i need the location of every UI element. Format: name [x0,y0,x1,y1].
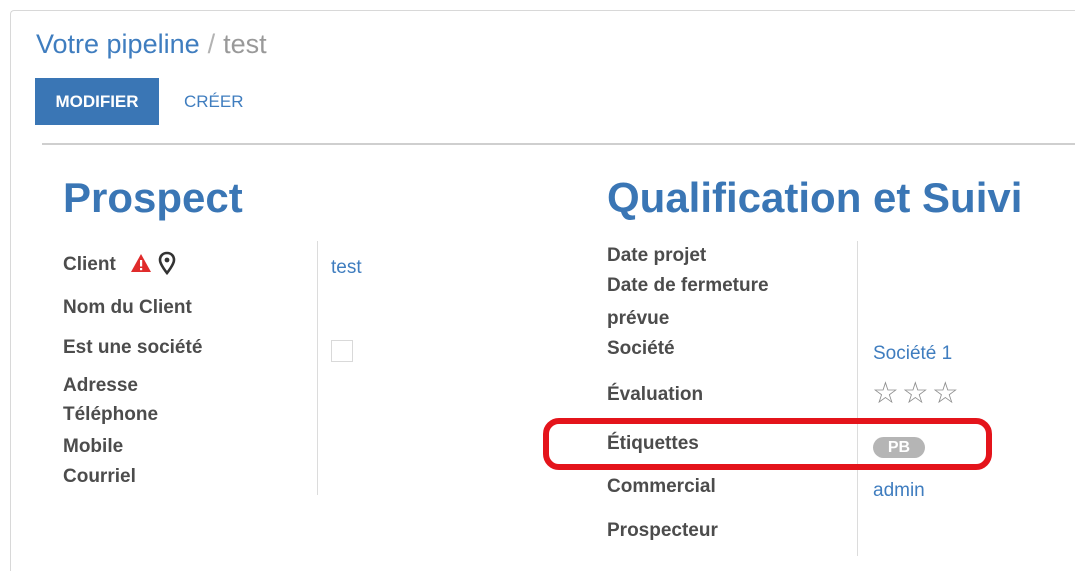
qualification-column-divider [857,241,858,556]
is-company-label: Est une société [63,337,203,358]
close-date-label-cont: prévue [607,308,670,329]
project-date-label: Date projet [607,245,707,266]
star-outline-icon[interactable]: ☆ [932,377,959,410]
highlight-annotation [543,418,992,470]
address-label: Adresse [63,375,138,396]
phone-label: Téléphone [63,404,159,425]
email-label: Courriel [63,466,136,487]
client-value-link[interactable]: test [331,257,362,279]
breadcrumb-separator: / [207,29,216,59]
client-label: Client [63,254,116,275]
prospector-label: Prospecteur [607,520,718,541]
prospect-title: Prospect [63,174,243,221]
qualification-title: Qualification et Suivi [607,174,1023,221]
edit-button[interactable]: MODIFIER [35,78,159,125]
breadcrumb-current: test [223,29,267,59]
close-date-label: Date de fermeture [607,275,769,296]
mobile-label: Mobile [63,436,124,457]
star-outline-icon[interactable]: ☆ [902,377,929,410]
rating-label: Évaluation [607,384,704,405]
company-label: Société [607,338,675,359]
star-outline-icon[interactable]: ☆ [872,377,899,410]
breadcrumb-pipeline-link[interactable]: Votre pipeline [36,29,200,59]
header-divider [42,143,1075,145]
breadcrumb: Votre pipeline / test [36,29,267,60]
is-company-checkbox[interactable] [331,340,353,362]
map-marker-icon[interactable] [158,251,176,275]
salesperson-value-link[interactable]: admin [873,480,925,502]
company-value-link[interactable]: Société 1 [873,343,952,365]
warning-icon[interactable] [130,253,152,273]
create-button[interactable]: CRÉER [174,78,254,125]
client-name-label: Nom du Client [63,297,192,318]
salesperson-label: Commercial [607,476,716,497]
rating-stars: ☆ ☆ ☆ [872,379,962,409]
prospect-column-divider [317,241,318,495]
